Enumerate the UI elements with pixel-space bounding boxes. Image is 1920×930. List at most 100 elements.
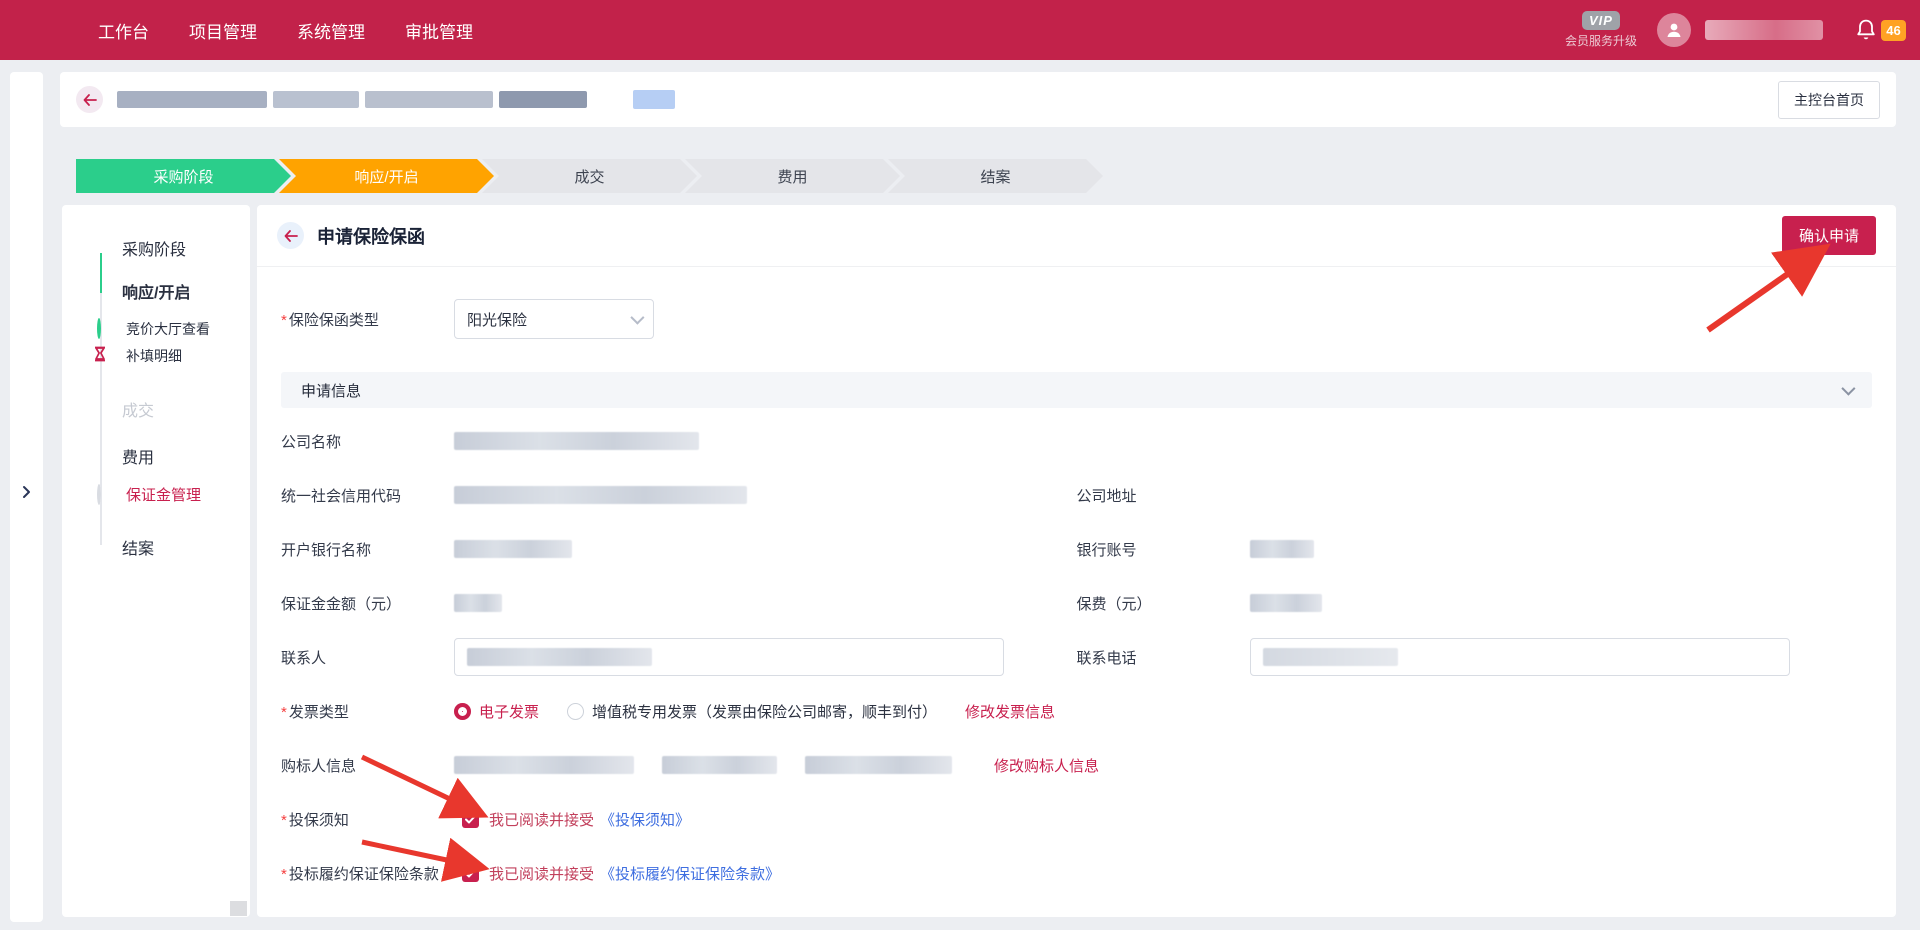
page-header: 主控台首页	[60, 72, 1896, 127]
company-name-value-redacted	[454, 432, 699, 450]
insure-notice-link[interactable]: 《投保须知》	[600, 809, 690, 830]
collapsed-side-panel	[10, 72, 43, 922]
vip-icon: VIP	[1582, 11, 1620, 30]
required-mark: *	[281, 312, 287, 329]
radio-unselected-icon	[567, 703, 584, 720]
bank-account-label: 银行账号	[1077, 539, 1250, 560]
username-redacted	[1705, 20, 1823, 40]
policy-terms-link[interactable]: 《投标履约保证保险条款》	[600, 863, 780, 884]
panel-header: 申请保险保函 确认申请	[257, 205, 1896, 267]
step-fee[interactable]: 费用	[685, 159, 900, 193]
buyer-info-label: 购标人信息	[281, 755, 454, 776]
application-form: *保险保函类型 阳光保险 申请信息 公司名称	[257, 299, 1896, 884]
chevron-right-icon	[22, 485, 31, 499]
step-procurement[interactable]: 采购阶段	[76, 159, 291, 193]
sidebar-item-fill-details[interactable]: 补填明细	[62, 346, 182, 366]
row-invoice-type: *发票类型 电子发票 增值税专用发票（发票由保险公司邮寄，顺丰到付） 修改发票信…	[281, 700, 1872, 722]
sidebar-item-close[interactable]: 结案	[62, 535, 154, 559]
sidebar-item-response-open[interactable]: 响应/开启	[62, 279, 190, 303]
row-policy-terms: *投标履约保证保险条款 我已阅读并接受 《投标履约保证保险条款》	[281, 862, 1872, 884]
page-title: 申请保险保函	[317, 223, 425, 249]
bank-name-value-redacted	[454, 540, 572, 558]
step-deal[interactable]: 成交	[482, 159, 697, 193]
hourglass-icon	[93, 346, 107, 367]
vip-upgrade[interactable]: VIP 会员服务升级	[1565, 11, 1637, 49]
row-insurance-type: *保险保函类型 阳光保险	[281, 299, 1872, 339]
row-contacts: 联系人 联系电话	[281, 638, 1872, 676]
contact-phone-input[interactable]	[1250, 638, 1790, 676]
row-bank: 开户银行名称 银行账号	[281, 538, 1872, 560]
required-mark: *	[281, 704, 287, 721]
process-steps: 采购阶段 响应/开启 成交 费用 结案	[76, 159, 1103, 193]
credit-code-label: 统一社会信用代码	[281, 485, 454, 506]
edit-buyer-info-link[interactable]: 修改购标人信息	[994, 755, 1099, 776]
radio-selected-icon	[454, 703, 471, 720]
current-ring-icon	[96, 486, 101, 504]
project-title-redacted	[117, 91, 587, 108]
top-navbar: 工作台 项目管理 系统管理 审批管理 VIP 会员服务升级 46	[0, 0, 1920, 60]
confirm-apply-button[interactable]: 确认申请	[1782, 216, 1876, 255]
expand-panel-toggle[interactable]	[10, 477, 43, 507]
nav-item-system-management[interactable]: 系统管理	[297, 18, 365, 43]
buyer-name-redacted	[454, 756, 634, 774]
sidebar-item-fee[interactable]: 费用	[62, 444, 154, 468]
sidebar-item-bidding-hall[interactable]: 竞价大厅查看	[62, 319, 210, 339]
section-application-info[interactable]: 申请信息	[281, 372, 1872, 408]
bank-name-label: 开户银行名称	[281, 539, 454, 560]
contact-phone-value-redacted	[1263, 648, 1398, 666]
notification-count-badge[interactable]: 46	[1881, 20, 1906, 41]
vip-caption: 会员服务升级	[1565, 32, 1637, 49]
credit-code-value-redacted	[454, 486, 747, 504]
deposit-amount-label: 保证金金额（元）	[281, 593, 454, 614]
company-address-label: 公司地址	[1077, 485, 1250, 506]
content-area: 采购阶段 响应/开启 竞价大厅查看 补填明细 成交 费用	[62, 205, 1896, 917]
row-insure-notice: *投保须知 我已阅读并接受 《投保须知》	[281, 808, 1872, 830]
step-close[interactable]: 结案	[888, 159, 1103, 193]
contact-input[interactable]	[454, 638, 1004, 676]
stage-sidebar: 采购阶段 响应/开启 竞价大厅查看 补填明细 成交 费用	[62, 205, 250, 917]
sub-done-ring-icon	[96, 320, 101, 338]
radio-vat-invoice[interactable]: 增值税专用发票（发票由保险公司邮寄，顺丰到付）	[567, 701, 937, 722]
insure-notice-checkbox[interactable]	[462, 811, 479, 828]
chevron-down-icon	[1841, 382, 1855, 396]
edit-invoice-info-link[interactable]: 修改发票信息	[965, 701, 1055, 722]
buyer-phone-redacted	[805, 756, 952, 774]
agreement-text: 我已阅读并接受	[489, 863, 594, 884]
check-icon	[465, 869, 476, 878]
policy-terms-checkbox[interactable]	[462, 865, 479, 882]
bell-icon	[1855, 18, 1877, 42]
nav-item-approval-management[interactable]: 审批管理	[405, 18, 473, 43]
sidebar-scrollbar-thumb[interactable]	[230, 901, 247, 916]
insurance-type-value: 阳光保险	[467, 309, 527, 330]
sidebar-item-deal[interactable]: 成交	[62, 397, 154, 421]
panel-back-button[interactable]	[277, 222, 304, 249]
header-back-button[interactable]	[76, 86, 103, 113]
check-icon	[465, 815, 476, 824]
console-home-button[interactable]: 主控台首页	[1778, 81, 1880, 119]
back-arrow-icon	[284, 230, 298, 242]
required-mark: *	[281, 866, 287, 883]
insure-notice-label: 投保须知	[289, 812, 349, 829]
row-amounts: 保证金金额（元） 保费（元）	[281, 592, 1872, 614]
nav-item-workbench[interactable]: 工作台	[98, 18, 149, 43]
notification-bell[interactable]: 46	[1855, 18, 1906, 42]
agreement-text: 我已阅读并接受	[489, 809, 594, 830]
row-company-name: 公司名称	[281, 430, 1872, 452]
person-icon	[1665, 21, 1683, 39]
invoice-type-label: 发票类型	[289, 704, 349, 721]
radio-electronic-invoice[interactable]: 电子发票	[454, 701, 539, 722]
sidebar-item-deposit-management[interactable]: 保证金管理	[62, 484, 201, 505]
step-response-open[interactable]: 响应/开启	[279, 159, 494, 193]
deposit-amount-value-redacted	[454, 594, 502, 612]
contact-label: 联系人	[281, 647, 454, 668]
contact-value-redacted	[467, 648, 652, 666]
nav-item-project-management[interactable]: 项目管理	[189, 18, 257, 43]
buyer-id-redacted	[662, 756, 777, 774]
user-avatar[interactable]	[1657, 13, 1691, 47]
bank-account-value-redacted	[1250, 540, 1314, 558]
sidebar-item-procurement[interactable]: 采购阶段	[62, 236, 186, 260]
insurance-type-select[interactable]: 阳光保险	[454, 299, 654, 339]
status-tag-redacted	[633, 90, 675, 109]
back-arrow-icon	[83, 94, 97, 106]
contact-phone-label: 联系电话	[1077, 647, 1250, 668]
